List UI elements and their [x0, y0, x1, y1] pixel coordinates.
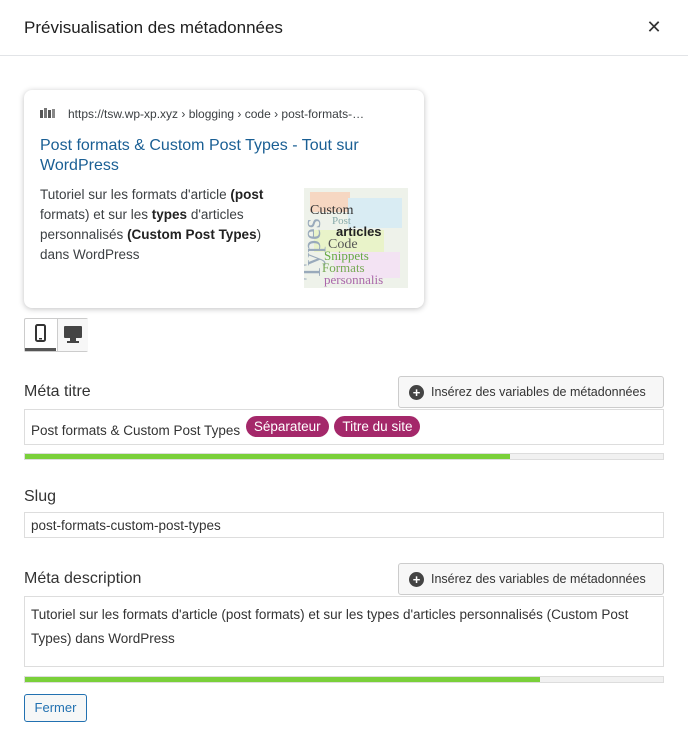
- modal-title: Prévisualisation des métadonnées: [24, 18, 283, 37]
- site-favicon-icon: [40, 108, 55, 118]
- meta-description-label: Méta description: [24, 570, 142, 587]
- meta-description-progress-fill: [25, 677, 540, 682]
- preview-title[interactable]: Post formats & Custom Post Types - Tout …: [40, 136, 370, 176]
- preview-description: Tutoriel sur les formats d'article (post…: [40, 187, 264, 262]
- close-icon[interactable]: ✕: [644, 17, 664, 37]
- device-switcher: [24, 318, 88, 352]
- mobile-preview-button[interactable]: [25, 319, 56, 351]
- insert-variables-description-button[interactable]: + Insérez des variables de métadonnées: [398, 563, 664, 595]
- insert-variables-title-button[interactable]: + Insérez des variables de métadonnées: [398, 376, 664, 408]
- plus-circle-icon: +: [409, 385, 424, 400]
- meta-description-text: Tutoriel sur les formats d'article (post…: [31, 607, 629, 646]
- meta-title-text: Post formats & Custom Post Types: [31, 423, 241, 438]
- slug-label: Slug: [24, 488, 57, 505]
- close-button[interactable]: Fermer: [24, 694, 87, 722]
- site-title-tag[interactable]: Titre du site: [334, 416, 421, 437]
- desktop-icon: [64, 326, 82, 343]
- slug-value: post-formats-custom-post-types: [31, 518, 221, 533]
- mobile-icon: [35, 324, 46, 342]
- meta-description-field[interactable]: Tutoriel sur les formats d'article (post…: [24, 596, 664, 667]
- preview-thumbnail: Custom Post Types articles Code Snippets…: [304, 188, 408, 288]
- preview-url: https://tsw.wp-xp.xyz › blogging › code …: [68, 107, 365, 121]
- meta-description-progress: [24, 676, 664, 683]
- modal-header: Prévisualisation des métadonnées ✕: [0, 0, 688, 56]
- meta-title-label: Méta titre: [24, 383, 91, 400]
- meta-title-progress: [24, 453, 664, 460]
- meta-title-progress-fill: [25, 454, 510, 459]
- thumb-word: personnalis: [324, 272, 383, 287]
- plus-circle-icon: +: [409, 572, 424, 587]
- meta-title-field[interactable]: Post formats & Custom Post Types Séparat…: [24, 409, 664, 445]
- insert-variables-title-label: Insérez des variables de métadonnées: [431, 385, 646, 399]
- slug-field[interactable]: post-formats-custom-post-types: [24, 512, 664, 538]
- search-preview-card: https://tsw.wp-xp.xyz › blogging › code …: [24, 90, 424, 308]
- separator-tag[interactable]: Séparateur: [245, 416, 329, 437]
- desktop-preview-button[interactable]: [57, 319, 88, 351]
- insert-variables-description-label: Insérez des variables de métadonnées: [431, 572, 646, 586]
